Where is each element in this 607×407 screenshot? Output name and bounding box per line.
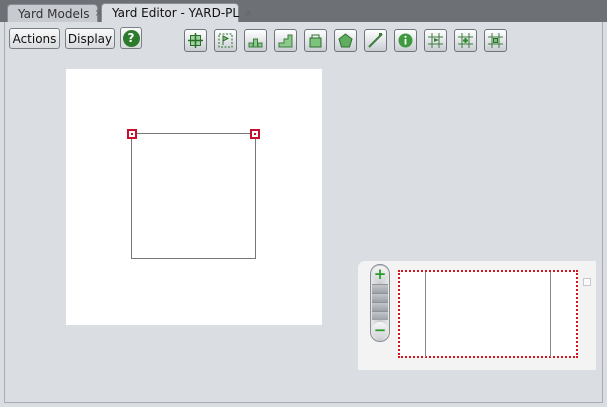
info-tool[interactable] <box>394 29 417 52</box>
grid-move-icon <box>488 33 503 48</box>
help-icon: ? <box>122 29 140 47</box>
pentagon-shape-tool[interactable] <box>334 29 357 52</box>
zoom-level-step[interactable] <box>372 284 388 293</box>
grid-move-tool[interactable] <box>484 29 507 52</box>
stairs-tool[interactable] <box>274 29 297 52</box>
zoom-level-step[interactable] <box>372 302 388 311</box>
zoom-level-step[interactable] <box>372 293 388 302</box>
help-button[interactable]: ? <box>120 27 142 49</box>
line-tool[interactable] <box>364 29 387 52</box>
stack-blocks-tool[interactable] <box>244 29 267 52</box>
info-icon <box>398 33 413 48</box>
add-grid-icon <box>458 33 473 48</box>
select-flag-tool[interactable] <box>214 29 237 52</box>
overview-divider <box>550 272 551 357</box>
flag-grid-icon <box>428 33 443 48</box>
tab-label: Yard Models <box>18 6 90 21</box>
add-grid-tool[interactable] <box>454 29 477 52</box>
close-icon[interactable]: × <box>244 8 252 19</box>
tab-yard-models[interactable]: Yard Models × <box>7 4 103 22</box>
container-tool[interactable] <box>304 29 327 52</box>
zoom-out-button[interactable]: − <box>372 322 388 338</box>
overview-divider <box>425 272 426 357</box>
tab-label: Yard Editor - YARD-PL <box>112 6 240 20</box>
tab-yard-editor[interactable]: Yard Editor - YARD-PL × <box>101 3 253 22</box>
zoom-level-step[interactable] <box>372 311 388 320</box>
container-icon <box>309 34 322 48</box>
pentagon-shape-icon <box>338 33 353 48</box>
line-tool-icon <box>368 33 383 48</box>
resize-handle-top-right[interactable] <box>250 129 260 139</box>
zoom-in-button[interactable]: + <box>372 266 388 282</box>
display-button[interactable]: Display <box>65 28 115 49</box>
zoom-slider[interactable]: + − <box>370 264 390 342</box>
actions-button[interactable]: Actions <box>9 28 60 49</box>
flag-grid-tool[interactable] <box>424 29 447 52</box>
move-crosshair-tool[interactable] <box>184 29 207 52</box>
select-flag-icon <box>218 33 233 48</box>
move-crosshair-icon <box>188 33 203 48</box>
stack-blocks-icon <box>248 38 263 48</box>
stairs-icon <box>278 34 293 48</box>
overview-corner-box <box>583 278 591 286</box>
yard-shape-outline[interactable] <box>131 133 256 259</box>
resize-handle-top-left[interactable] <box>127 129 137 139</box>
